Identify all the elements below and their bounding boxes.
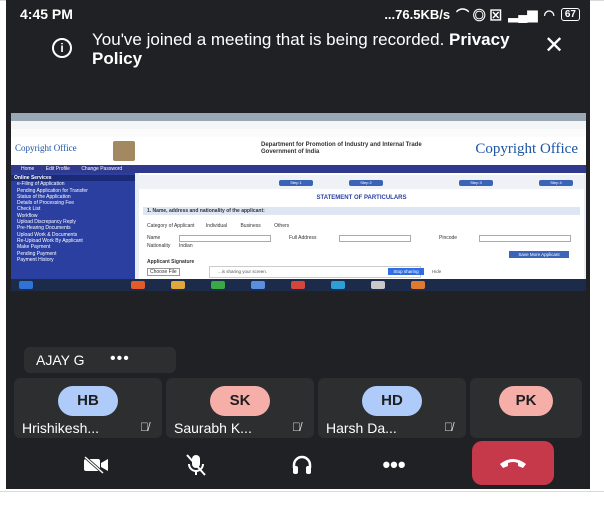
- site-main-form: Step 1 Step 2 Step 3 Step 4 STATEMENT OF…: [139, 173, 584, 279]
- taskbar-app-icon: [131, 281, 145, 289]
- participant-tile[interactable]: PK: [470, 378, 582, 438]
- emblem-image: [113, 141, 135, 161]
- participant-avatar: PK: [499, 386, 553, 416]
- site-logo-right: Copyright Office: [475, 141, 578, 157]
- department-line2: Government of India: [261, 149, 320, 155]
- taskbar-app-icon: [171, 281, 185, 289]
- browser-bookmarks-bar: [11, 129, 586, 137]
- recording-banner-text: You've joined a meeting that is being re…: [92, 30, 512, 68]
- windows-taskbar: [11, 279, 586, 291]
- shared-screen[interactable]: Copyright Office Department for Promotio…: [11, 113, 586, 291]
- nav-change-password: Change Password: [81, 166, 123, 172]
- step-4: Step 4: [539, 180, 573, 186]
- section-title: 1. Name, address and nationality of the …: [143, 207, 580, 215]
- taskbar-app-icon: [211, 281, 225, 289]
- start-icon: [19, 281, 33, 289]
- taskbar-app-icon: [251, 281, 265, 289]
- hang-up-icon: [500, 459, 526, 468]
- address-label: Full Address: [289, 235, 317, 241]
- hide-button: Hide: [432, 269, 442, 274]
- screen-sharing-bar: ...is sharing your screen. Stop sharing …: [209, 266, 441, 278]
- wifi-icon: ◠: [543, 6, 555, 22]
- pincode-input: [479, 235, 571, 242]
- step-2: Step 2: [349, 180, 383, 186]
- battery-icon: 67: [560, 8, 580, 21]
- taskbar-app-icon: [371, 281, 385, 289]
- pincode-label: Pincode: [439, 235, 458, 241]
- participant-name: Saurabh K...: [174, 420, 252, 436]
- nationality-value: Indian: [179, 243, 193, 249]
- participant-tile[interactable]: HB Hrishikesh... 🎙̸: [14, 378, 162, 438]
- site-header: Copyright Office Department for Promotio…: [11, 137, 586, 165]
- department-line1: Department for Promotion of Industry and…: [261, 142, 422, 148]
- step-3: Step 3: [459, 180, 493, 186]
- presenter-name: AJAY G: [36, 352, 85, 368]
- participant-name: Hrishikesh...: [22, 420, 100, 436]
- taskbar-app-icon: [331, 281, 345, 289]
- network-speed: ...76.5KB/s: [384, 7, 451, 22]
- mic-muted-icon: 🎙̸: [140, 420, 149, 434]
- camera-off-icon: [84, 455, 108, 475]
- step-indicator: Step 1 Step 2 Step 3 Step 4: [139, 175, 584, 189]
- presenter-name-chip[interactable]: AJAY G •••: [24, 347, 176, 373]
- close-icon[interactable]: ✕: [544, 32, 564, 60]
- info-icon: i: [52, 38, 72, 58]
- participant-avatar: HD: [362, 386, 422, 416]
- taskbar-app-icon: [411, 281, 425, 289]
- category-individual: Individual: [205, 223, 228, 229]
- statement-title: STATEMENT OF PARTICULARS: [316, 195, 407, 201]
- participant-avatar: HB: [58, 386, 118, 416]
- participant-name: Harsh Da...: [326, 420, 397, 436]
- signal-icon: ▂▄▆: [508, 6, 538, 22]
- end-call-button[interactable]: [472, 441, 554, 485]
- camera-off-button[interactable]: [66, 443, 126, 487]
- category-label: Category of Applicant: [147, 223, 195, 229]
- notification-icons: ⌒ ◎ ⊠: [456, 8, 503, 23]
- category-business: Business: [240, 223, 261, 229]
- mic-off-icon: [186, 454, 206, 476]
- mic-muted-icon: 🎙̸: [444, 420, 453, 434]
- save-applicant-button: Save More Applicant: [509, 251, 569, 258]
- mic-muted-icon: 🎙̸: [292, 420, 301, 434]
- status-indicators: ...76.5KB/s ⌒ ◎ ⊠ ▂▄▆ ◠ 67: [384, 5, 580, 24]
- audio-output-button[interactable]: [272, 443, 332, 487]
- recording-banner: i You've joined a meeting that is being …: [6, 28, 590, 72]
- more-options-icon[interactable]: •••: [110, 346, 130, 372]
- mic-off-button[interactable]: [166, 443, 226, 487]
- nationality-label: Nationality: [147, 243, 171, 249]
- more-options-button[interactable]: •••: [364, 443, 424, 487]
- bottom-rule: [0, 491, 604, 492]
- site-sidebar: Online Services e-Filing of Application …: [11, 173, 135, 281]
- nav-edit-profile: Edit Profile: [45, 166, 70, 172]
- site-logo-left: Copyright Office: [15, 143, 77, 153]
- stop-sharing-button: Stop sharing: [388, 268, 424, 275]
- status-time: 4:45 PM: [20, 6, 73, 22]
- call-controls: •••: [6, 441, 590, 489]
- sharing-text: ...is sharing your screen.: [218, 269, 268, 274]
- address-input: [339, 235, 411, 242]
- category-row: Category of Applicant Individual Busines…: [147, 223, 289, 229]
- name-label: Name: [147, 235, 161, 241]
- browser-tab-strip: [11, 113, 586, 121]
- name-input: [179, 235, 271, 242]
- step-1: Step 1: [279, 180, 313, 186]
- participant-avatar: SK: [210, 386, 270, 416]
- category-others: Others: [274, 223, 290, 229]
- department-name: Department for Promotion of Industry and…: [261, 142, 422, 156]
- headphones-icon: [292, 455, 312, 474]
- status-bar: 4:45 PM ...76.5KB/s ⌒ ◎ ⊠ ▂▄▆ ◠ 67: [6, 0, 590, 26]
- site-nav: Home Edit Profile Change Password: [11, 165, 586, 173]
- nav-home: Home: [21, 166, 35, 172]
- sidebar-item: Payment History: [17, 256, 54, 263]
- participant-tile[interactable]: SK Saurabh K... 🎙̸: [166, 378, 314, 438]
- choose-file-button: Choose File: [147, 268, 180, 276]
- participant-tile[interactable]: HD Harsh Da... 🎙̸: [318, 378, 466, 438]
- signature-label: Applicant Signature: [147, 259, 195, 265]
- taskbar-app-icon: [291, 281, 305, 289]
- recording-notice: You've joined a meeting that is being re…: [92, 30, 445, 49]
- meet-call-screen: 4:45 PM ...76.5KB/s ⌒ ◎ ⊠ ▂▄▆ ◠ 67 i You…: [6, 0, 590, 489]
